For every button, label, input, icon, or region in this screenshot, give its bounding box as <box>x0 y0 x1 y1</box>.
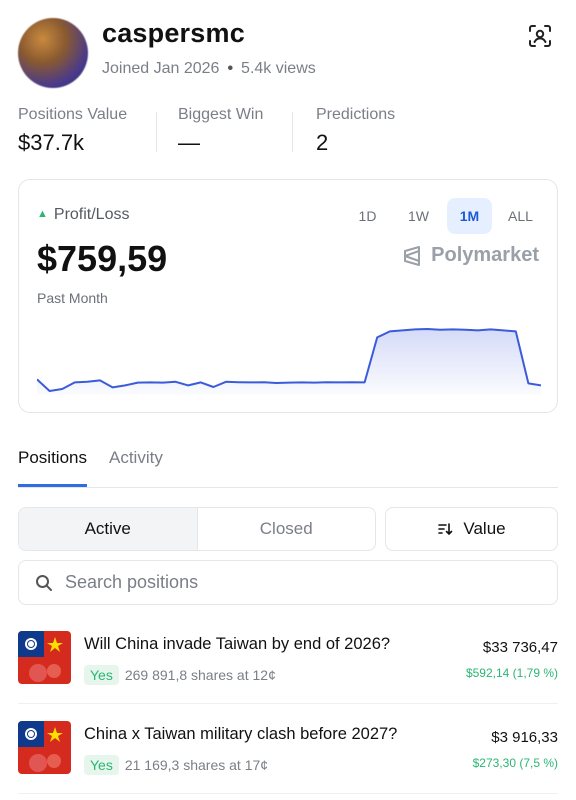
outcome-badge: Yes <box>84 665 119 685</box>
brand-name: Polymarket <box>431 244 539 266</box>
range-1m[interactable]: 1M <box>447 198 492 234</box>
range-1w[interactable]: 1W <box>396 198 441 234</box>
pnl-label-text: Profit/Loss <box>53 206 130 223</box>
shares-info: 269 891,8 shares at 12¢ <box>124 667 276 683</box>
tab-divider <box>18 487 558 488</box>
search-box <box>18 560 558 605</box>
profile-meta: Joined Jan 2026 • 5.4k views <box>102 60 316 78</box>
market-thumbnail <box>18 721 71 774</box>
flags-thumbnail-icon <box>18 721 71 774</box>
position-pnl: $273,30 (7,5 %) <box>472 756 558 770</box>
position-details: Yes 269 891,8 shares at 12¢ <box>84 665 276 685</box>
up-triangle-icon: ▲ <box>37 208 48 220</box>
stat-label: Predictions <box>316 106 396 123</box>
market-thumbnail <box>18 631 71 684</box>
username: caspersmc <box>102 18 245 48</box>
position-pnl: $592,14 (1,79 %) <box>465 666 558 680</box>
stat-value: $37.7k <box>18 130 85 155</box>
tab-bar: Positions Activity <box>18 448 163 487</box>
meta-separator: • <box>227 60 234 77</box>
row-divider <box>18 793 558 794</box>
stat-positions-value: Positions Value $37.7k <box>18 106 127 156</box>
range-all[interactable]: ALL <box>498 198 543 234</box>
position-row[interactable]: Will China invade Taiwan by end of 2026?… <box>18 631 558 701</box>
avatar[interactable] <box>18 18 88 88</box>
flags-thumbnail-icon <box>18 631 71 684</box>
market-title[interactable]: China x Taiwan military clash before 202… <box>84 725 397 744</box>
view-count: 5.4k views <box>241 60 316 77</box>
stat-predictions: Predictions 2 <box>316 106 395 156</box>
pnl-chart <box>37 328 541 395</box>
position-value: $3 916,33 <box>491 729 558 746</box>
position-row[interactable]: China x Taiwan military clash before 202… <box>18 721 558 791</box>
pnl-label: ▲ Profit/Loss <box>37 206 129 224</box>
stat-value: — <box>178 130 200 155</box>
pnl-period: Past Month <box>37 290 108 306</box>
divider <box>156 112 157 152</box>
stat-value: 2 <box>316 130 329 155</box>
filter-closed-button[interactable]: Closed <box>198 508 376 550</box>
search-input[interactable] <box>65 572 525 593</box>
row-divider <box>18 703 558 704</box>
sort-value-button[interactable]: Value <box>385 507 558 551</box>
scan-user-icon[interactable] <box>526 22 554 50</box>
joined-date: Joined Jan 2026 <box>102 60 220 77</box>
sort-icon <box>438 523 453 536</box>
pnl-value: $759,59 <box>37 238 168 279</box>
stat-biggest-win: Biggest Win — <box>178 106 263 156</box>
time-range-selector: 1D 1W 1M ALL <box>345 198 543 234</box>
divider <box>292 112 293 152</box>
polymarket-brand: Polymarket <box>401 244 539 267</box>
shares-info: 21 169,3 shares at 17¢ <box>124 757 269 773</box>
filter-active-button[interactable]: Active <box>19 508 198 550</box>
range-1d[interactable]: 1D <box>345 198 390 234</box>
position-value: $33 736,47 <box>482 639 558 656</box>
market-title[interactable]: Will China invade Taiwan by end of 2026? <box>84 635 390 654</box>
stat-label: Biggest Win <box>178 106 264 123</box>
profit-loss-card: ▲ Profit/Loss $759,59 Past Month 1D 1W 1M… <box>18 179 558 413</box>
position-details: Yes 21 169,3 shares at 17¢ <box>84 755 268 775</box>
outcome-badge: Yes <box>84 755 119 775</box>
tab-positions[interactable]: Positions <box>18 448 87 487</box>
sort-label: Value <box>463 519 506 538</box>
search-icon <box>36 574 52 591</box>
chart-area-fill <box>37 329 541 395</box>
status-segmented-control: Active Closed <box>18 507 376 551</box>
stat-label: Positions Value <box>18 106 128 123</box>
tab-activity[interactable]: Activity <box>109 448 163 487</box>
polymarket-logo-icon <box>404 245 421 266</box>
